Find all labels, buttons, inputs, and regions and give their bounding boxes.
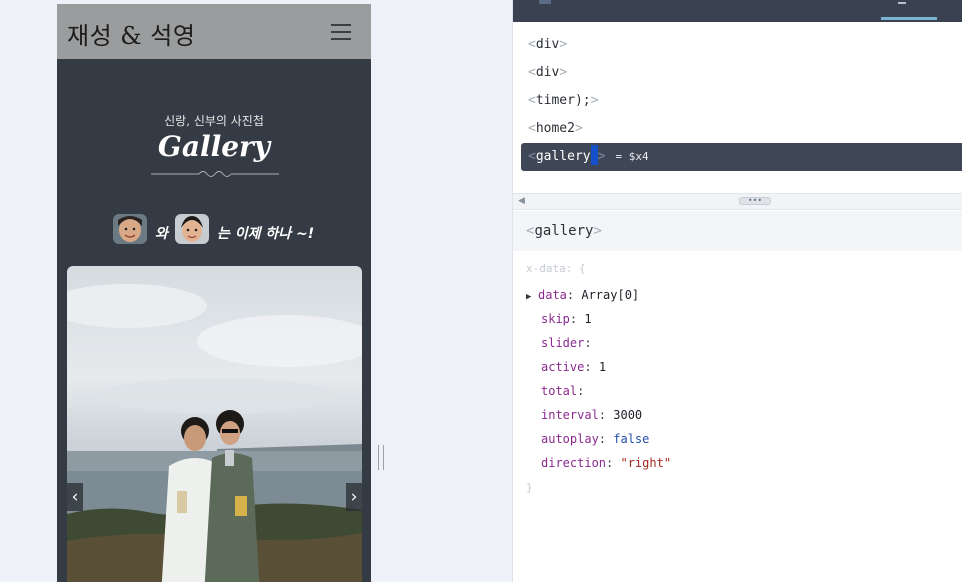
pane-splitter[interactable]: ◀ •••	[513, 193, 962, 210]
property-value[interactable]: Array[0]	[581, 288, 639, 302]
xdata-property-total: total:	[541, 384, 585, 398]
detail-component-header: <gallery>	[513, 211, 962, 251]
xdata-property-direction: direction: "right"	[541, 456, 672, 470]
devtools-header	[513, 0, 962, 22]
tag-open-bracket: <	[528, 121, 536, 136]
hamburger-menu-icon[interactable]	[331, 24, 351, 40]
devtools-panel: <div> <div> <timer);> <home2> <gallery > = $x4…	[512, 0, 962, 582]
site-header: 재성 & 석영	[57, 4, 371, 59]
property-value[interactable]: 1	[584, 312, 591, 326]
couple-text-one: 는 이제 하나 ~!	[217, 226, 315, 242]
xdata-property-skip: skip: 1	[541, 312, 592, 326]
bride-face-image	[175, 214, 209, 244]
panel-icon	[539, 0, 551, 4]
site-title: 재성 & 석영	[67, 22, 196, 50]
xdata-open-brace: x-data: {	[526, 262, 586, 275]
tree-node[interactable]: <div>	[521, 31, 962, 59]
tag-open-bracket: <	[528, 149, 536, 164]
property-value[interactable]: false	[613, 432, 649, 446]
property-value[interactable]: 1	[599, 360, 606, 374]
gallery-photo	[67, 266, 362, 582]
tag-close-bracket: >	[574, 121, 583, 136]
tree-node[interactable]: <home2>	[521, 115, 962, 143]
tag-open-bracket: <	[528, 93, 536, 108]
property-key: direction	[541, 456, 607, 470]
property-key: skip	[541, 312, 570, 326]
selection-caret	[590, 145, 598, 165]
prev-slide-button[interactable]: ‹	[67, 483, 83, 511]
active-tab-indicator	[881, 17, 937, 20]
xdata-property-autoplay: autoplay: false	[541, 432, 650, 446]
tree-node[interactable]: <div>	[521, 59, 962, 87]
preview-resize-handle[interactable]	[378, 445, 384, 470]
splitter-grip[interactable]: •••	[739, 197, 771, 205]
next-slide-button[interactable]: ›	[346, 483, 362, 511]
detail-component-name: gallery	[534, 223, 594, 239]
tree-node-label: gallery	[535, 149, 591, 164]
mobile-preview: 재성 & 석영 신랑, 신부의 사진첩 Gallery 와 는 이제 하나 ~!…	[57, 4, 371, 582]
couple-line: 와 는 이제 하나 ~!	[57, 214, 371, 246]
xdata-property-data[interactable]: ▶ data: Array[0]	[526, 283, 639, 307]
tag-open-bracket: <	[528, 65, 536, 80]
tag-close-bracket: >	[590, 93, 599, 108]
tag-close-bracket: >	[597, 149, 606, 164]
tag-open-bracket: <	[528, 37, 536, 52]
tag-close-bracket: >	[559, 37, 568, 52]
property-key: slider	[541, 336, 585, 350]
property-key: active	[541, 360, 585, 374]
collapse-arrow-icon[interactable]: ◀	[518, 196, 525, 206]
expand-triangle-icon[interactable]: ▶	[526, 285, 538, 309]
property-value[interactable]: 3000	[613, 408, 642, 422]
gallery-subtitle: 신랑, 신부의 사진첩	[164, 114, 264, 128]
tree-node-label: div	[535, 37, 560, 52]
xdata-close-brace: }	[526, 481, 533, 494]
tree-node[interactable]: <timer);>	[521, 87, 962, 115]
tree-node-label: timer);	[535, 93, 591, 108]
tag-close-bracket: >	[559, 65, 568, 80]
xdata-property-active: active: 1	[541, 360, 607, 374]
tree-node-label: home2	[535, 121, 575, 136]
groom-face-image	[113, 214, 147, 244]
tree-node-selected[interactable]: <gallery > = $x4	[521, 143, 962, 171]
tag-close-bracket: >	[593, 223, 602, 239]
tab-icon	[898, 0, 906, 4]
couple-text-and: 와	[155, 226, 168, 242]
property-value[interactable]: "right"	[620, 456, 671, 470]
gallery-title: Gallery	[157, 130, 271, 163]
ornament-divider-icon	[151, 171, 279, 177]
xdata-property-slider: slider:	[541, 336, 592, 350]
console-variable-ref: = $x4	[615, 150, 649, 163]
property-key: data	[538, 288, 567, 302]
tree-node-label: div	[535, 65, 560, 80]
property-key: interval	[541, 408, 599, 422]
xdata-property-interval: interval: 3000	[541, 408, 643, 422]
property-key: autoplay	[541, 432, 599, 446]
property-key: total	[541, 384, 578, 398]
